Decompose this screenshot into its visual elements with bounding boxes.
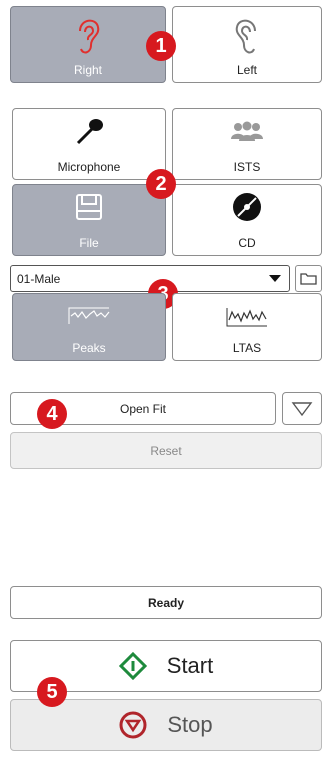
callout-4: 4 [37,399,67,429]
right-ear-icon [79,19,100,54]
status-box: Ready [10,586,322,619]
file-label: File [79,236,99,250]
ltas-spectrum-icon [226,308,267,327]
stop-button[interactable]: Stop [10,699,322,751]
reset-label: Reset [150,443,182,458]
open-fit-label: Open Fit [119,401,167,416]
browse-folder-button[interactable] [295,265,322,292]
stop-label: Stop [167,712,213,737]
people-group-icon [231,121,263,141]
folder-icon [300,273,317,285]
ists-label: ISTS [233,160,261,174]
fit-dropdown-button[interactable] [282,392,322,425]
floppy-disk-icon [76,194,102,220]
peaks-button[interactable]: Peaks [12,293,166,361]
start-label: Start [166,653,214,678]
ltas-button[interactable]: LTAS [172,293,322,361]
right-ear-button[interactable]: Right [10,6,166,83]
left-ear-icon [235,19,256,54]
start-diamond-icon [118,652,147,680]
peaks-waveform-icon [68,307,110,324]
status-text: Ready [147,595,185,610]
stop-circle-icon [119,711,147,739]
ltas-label: LTAS [232,341,262,355]
left-ear-label: Left [236,63,257,77]
cd-icon [233,193,261,221]
file-button[interactable]: File [12,184,166,256]
microphone-button[interactable]: Microphone [12,108,166,180]
left-ear-button[interactable]: Left [172,6,322,83]
callout-5: 5 [37,677,67,707]
callout-1: 1 [146,31,176,61]
right-ear-label: Right [73,63,102,77]
cd-button[interactable]: CD [172,184,322,256]
dropdown-arrow-icon [269,275,281,282]
callout-2: 2 [146,169,176,199]
reset-button[interactable]: Reset [10,432,322,469]
microphone-icon [76,119,103,145]
peaks-label: Peaks [72,341,106,355]
ists-button[interactable]: ISTS [172,108,322,180]
file-select-value: 01-Male [17,271,61,286]
cd-label: CD [238,236,256,250]
triangle-down-icon [291,401,313,416]
microphone-label: Microphone [57,160,121,174]
